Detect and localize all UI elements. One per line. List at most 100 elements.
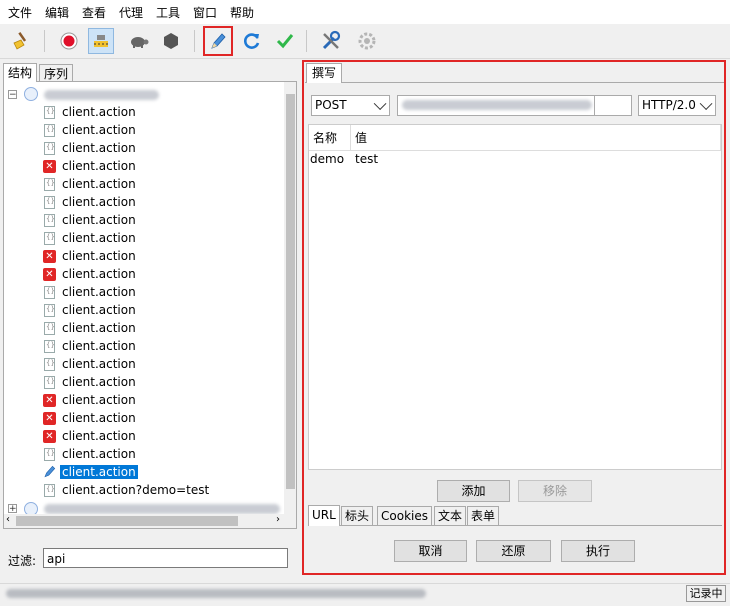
tree-item-label: client.action — [62, 213, 136, 227]
tree-row[interactable]: client.action — [4, 194, 284, 212]
filter-label: 过滤: — [8, 554, 37, 568]
cancel-button[interactable]: 取消 — [394, 540, 467, 562]
tree-row[interactable]: ✕ client.action — [4, 410, 284, 428]
method-select[interactable]: POST — [311, 95, 390, 116]
tree-row[interactable]: client.action — [4, 338, 284, 356]
tab-headers[interactable]: 标头 — [341, 506, 374, 525]
tools-icon[interactable] — [318, 28, 344, 54]
tab-structure[interactable]: 结构 — [3, 63, 38, 82]
lightning-icon — [24, 87, 38, 101]
tree-vertical-scroll-thumb[interactable] — [286, 94, 295, 489]
tree-item-label: client.action — [62, 285, 136, 299]
tree-row[interactable]: client.action — [4, 176, 284, 194]
document-icon — [44, 304, 55, 317]
chevron-down-icon — [373, 97, 387, 111]
toolbar-separator — [194, 30, 195, 52]
tab-sequence[interactable]: 序列 — [39, 64, 74, 82]
tree-row[interactable]: ✕ client.action — [4, 428, 284, 446]
tree-horizontal-scroll-thumb[interactable] — [16, 516, 238, 526]
execute-button[interactable]: 执行 — [561, 540, 635, 562]
broom-icon[interactable] — [8, 28, 34, 54]
tab-form[interactable]: 表单 — [467, 506, 500, 525]
protocol-select[interactable]: HTTP/2.0 — [638, 95, 716, 116]
gear-icon[interactable] — [354, 28, 380, 54]
menu-edit[interactable]: 编辑 — [45, 4, 69, 21]
protocol-value: HTTP/2.0 — [642, 98, 696, 112]
tree-item-label: client.action — [62, 123, 136, 137]
record-icon[interactable] — [56, 28, 82, 54]
document-icon — [44, 448, 55, 461]
document-icon — [44, 286, 55, 299]
document-icon — [44, 178, 55, 191]
menu-proxy[interactable]: 代理 — [119, 4, 143, 21]
grid-cell-value[interactable]: test — [355, 152, 378, 166]
tab-composer[interactable]: 撰写 — [306, 63, 342, 83]
filter-input[interactable]: api — [43, 548, 288, 568]
url-input-extra[interactable] — [594, 95, 632, 116]
tree-row[interactable]: ✕ client.action — [4, 158, 284, 176]
tree-item-label: client.action — [62, 231, 136, 245]
tree-row[interactable]: client.action — [4, 302, 284, 320]
tree-row[interactable]: client.action — [4, 284, 284, 302]
add-button[interactable]: 添加 — [437, 480, 510, 502]
tree-row[interactable]: ✕ client.action — [4, 266, 284, 284]
grid-header-value[interactable]: 值 — [351, 125, 721, 151]
tab-text[interactable]: 文本 — [434, 506, 467, 525]
tree-row[interactable]: client.action — [4, 122, 284, 140]
tree-row[interactable]: client.action — [4, 446, 284, 464]
menu-file[interactable]: 文件 — [8, 4, 32, 21]
menu-view[interactable]: 查看 — [82, 4, 106, 21]
tree-row[interactable]: client.action — [4, 320, 284, 338]
toolbar-separator — [306, 30, 307, 52]
collapse-icon[interactable]: − — [8, 90, 17, 100]
host-label: https://api.xx.com — [44, 90, 159, 100]
grid-cell-name[interactable]: demo — [310, 152, 344, 166]
tree-item-label: client.action — [62, 411, 136, 425]
restore-button[interactable]: 还原 — [476, 540, 551, 562]
tree-item-label: client.action — [62, 177, 136, 191]
error-icon: ✕ — [43, 412, 56, 425]
tree-item-label: client.action — [62, 339, 136, 353]
session-tree: − https://api.xx.com client.action client.a… — [3, 81, 297, 529]
tree-row[interactable]: client.action — [4, 104, 284, 122]
tree-row[interactable]: ✕ client.action — [4, 392, 284, 410]
tree-row[interactable]: client.action — [4, 140, 284, 158]
tree-item-label: client.action — [62, 303, 136, 317]
tree-row[interactable]: client.action — [4, 212, 284, 230]
tab-url[interactable]: URL — [308, 505, 340, 526]
remove-button[interactable]: 移除 — [518, 480, 592, 502]
compose-pen-icon — [42, 464, 57, 482]
tree-row[interactable]: client.action — [4, 356, 284, 374]
url-text — [402, 100, 592, 110]
menu-tools[interactable]: 工具 — [156, 4, 180, 21]
stop-hexagon-icon[interactable] — [158, 28, 184, 54]
scroll-left-arrow-icon[interactable]: ‹ — [6, 514, 10, 525]
tree-item-label: client.action — [62, 447, 136, 461]
expand-icon[interactable]: + — [8, 504, 17, 514]
throttle-icon[interactable] — [88, 28, 114, 54]
scroll-right-arrow-icon[interactable]: › — [276, 514, 280, 525]
tree-row[interactable]: client.action?demo=test — [4, 482, 284, 500]
tree-item-label: client.action — [62, 195, 136, 209]
tab-cookies[interactable]: Cookies — [377, 506, 432, 525]
tree-row[interactable]: client.action — [4, 230, 284, 248]
tree-item-label: client.action — [62, 141, 136, 155]
menu-window[interactable]: 窗口 — [193, 4, 217, 21]
turtle-icon[interactable] — [126, 28, 152, 54]
method-value: POST — [315, 98, 347, 112]
document-icon — [44, 484, 55, 497]
tree-row[interactable]: client.action — [4, 374, 284, 392]
recording-status[interactable]: 记录中 — [686, 585, 726, 602]
tree-item-label: client.action — [62, 321, 136, 335]
compose-pen-icon[interactable] — [203, 26, 233, 56]
tree-row[interactable]: client.action — [4, 464, 284, 482]
tree-row[interactable]: ✕ client.action — [4, 248, 284, 266]
refresh-icon[interactable] — [239, 28, 265, 54]
menu-help[interactable]: 帮助 — [230, 4, 254, 21]
toolbar — [0, 24, 730, 59]
grid-header-name[interactable]: 名称 — [309, 125, 351, 151]
tree-row-root-host[interactable]: − https://api.xx.com — [4, 86, 284, 104]
check-icon[interactable] — [272, 28, 298, 54]
params-grid: 名称 值 demo test — [308, 124, 722, 470]
tree-item-label: client.action — [60, 465, 138, 479]
